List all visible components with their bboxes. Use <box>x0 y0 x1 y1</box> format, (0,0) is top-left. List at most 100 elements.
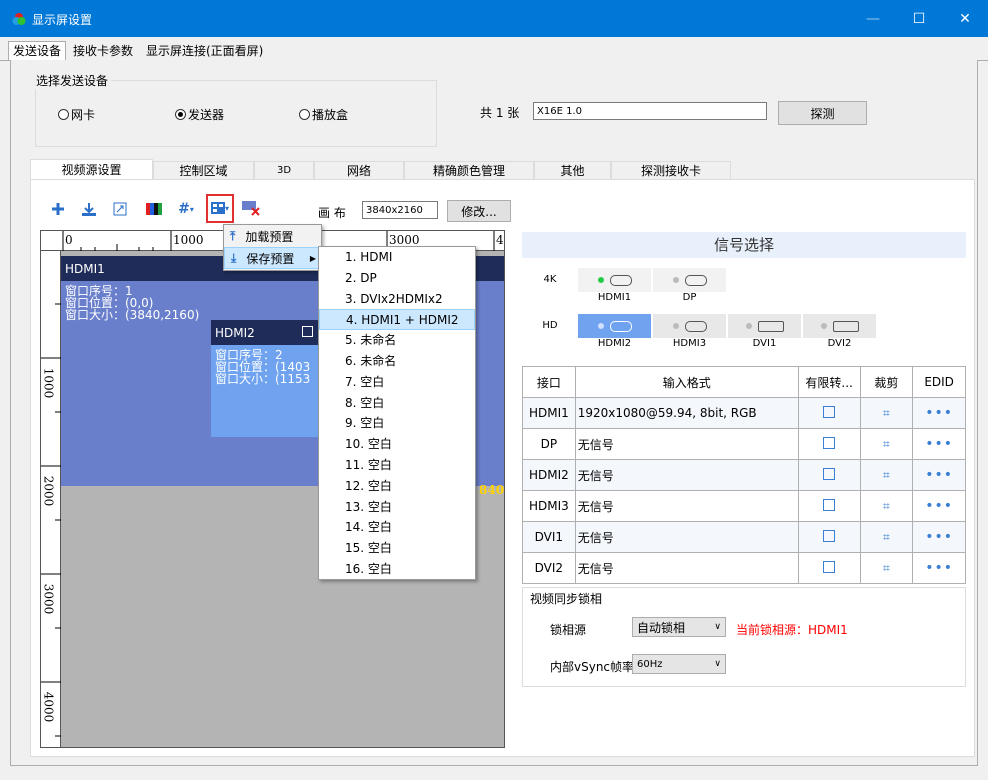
limited-range-checkbox[interactable] <box>823 405 836 418</box>
tab-receiver-params[interactable]: 接收卡参数 <box>69 42 137 60</box>
send-device-group <box>35 80 437 147</box>
limited-range-checkbox[interactable] <box>823 529 836 542</box>
signal-source-hdmi3[interactable]: HDMI3 <box>653 314 728 349</box>
more-options-icon[interactable]: ••• <box>925 498 953 514</box>
preset-slot-item[interactable]: 3. DVIx2HDMIx2 <box>319 289 475 310</box>
device-field[interactable]: X16E 1.0 <box>533 102 767 120</box>
vsync-rate-select[interactable]: 60Hz ∨ <box>632 654 726 674</box>
more-options-icon[interactable]: ••• <box>925 405 953 421</box>
column-header[interactable]: 有限转... <box>797 366 861 398</box>
title-bar[interactable]: 显示屏设置 — ☐ ✕ <box>0 0 988 37</box>
preset-slot-item[interactable]: 15. 空白 <box>319 538 475 559</box>
crop-icon[interactable]: ⌗ <box>883 437 890 451</box>
maximize-button[interactable]: ☐ <box>896 0 942 37</box>
preset-menu: ⤒ 加载预置 ⤓ 保存预置 ▶ <box>223 224 322 271</box>
device-count: 共 1 张 <box>480 106 520 120</box>
more-options-icon[interactable]: ••• <box>925 467 953 483</box>
preset-slot-item[interactable]: 14. 空白 <box>319 517 475 538</box>
modify-canvas-button[interactable]: 修改... <box>447 200 511 222</box>
preset-slot-item[interactable]: 16. 空白 <box>319 559 475 580</box>
close-button[interactable]: ✕ <box>942 0 988 37</box>
crop-icon[interactable]: ⌗ <box>883 530 890 544</box>
detect-button[interactable]: 探测 <box>778 101 867 125</box>
clear-windows-icon[interactable] <box>242 200 262 216</box>
crop-icon[interactable]: ⌗ <box>883 499 890 513</box>
crop-cell: ⌗ <box>859 397 914 429</box>
table-row[interactable]: HDMI2 无信号 ⌗ ••• <box>522 459 966 491</box>
align-bottom-icon[interactable] <box>81 201 97 217</box>
preset-slot-item[interactable]: 8. 空白 <box>319 393 475 414</box>
preset-slot-item[interactable]: 9. 空白 <box>319 413 475 434</box>
tab-screen-connection[interactable]: 显示屏连接(正面看屏) <box>142 42 267 60</box>
limited-range-checkbox[interactable] <box>823 436 836 449</box>
table-row[interactable]: DVI2 无信号 ⌗ ••• <box>522 552 966 584</box>
window-title: 显示屏设置 <box>32 13 93 27</box>
radio-player-box[interactable]: 播放盒 <box>299 106 348 123</box>
sync-source-label: 锁相源 <box>550 623 587 637</box>
fullscreen-icon[interactable] <box>112 201 128 217</box>
minimize-button[interactable]: — <box>850 0 896 37</box>
tab-send-device[interactable]: 发送设备 <box>8 41 67 61</box>
canvas-size-field[interactable]: 3840x2160 <box>362 201 438 219</box>
crop-icon[interactable]: ⌗ <box>883 406 890 420</box>
more-options-icon[interactable]: ••• <box>925 560 953 576</box>
signal-source-dvi2[interactable]: DVI2 <box>803 314 878 349</box>
crop-icon[interactable]: ⌗ <box>883 468 890 482</box>
tab-3d[interactable]: 3D <box>254 161 314 179</box>
tab-control-area[interactable]: 控制区域 <box>153 161 254 179</box>
preset-slot-item[interactable]: 11. 空白 <box>319 455 475 476</box>
preset-slot-item[interactable]: 13. 空白 <box>319 497 475 518</box>
limited-range-checkbox[interactable] <box>823 560 836 573</box>
crop-icon[interactable]: ⌗ <box>883 561 890 575</box>
signal-source-hdmi2[interactable]: HDMI2 <box>578 314 653 349</box>
tab-detect-receiver[interactable]: 探测接收卡 <box>611 161 731 179</box>
tab-other[interactable]: 其他 <box>534 161 611 179</box>
signal-status-icon <box>597 277 604 283</box>
window-hdmi2-header[interactable]: HDMI2 ✕ <box>211 320 331 345</box>
tab-network[interactable]: 网络 <box>314 161 404 179</box>
signal-source-dp[interactable]: DP <box>653 268 728 303</box>
menu-save-preset[interactable]: ⤓ 保存预置 ▶ <box>224 247 321 269</box>
format-cell: 1920x1080@59.94, 8bit, RGB <box>574 397 799 429</box>
color-bar-icon[interactable] <box>146 201 162 217</box>
preset-slot-item[interactable]: 1. HDMI <box>319 247 475 268</box>
chevron-down-icon: ∨ <box>714 622 721 632</box>
table-row[interactable]: DP 无信号 ⌗ ••• <box>522 428 966 460</box>
preset-slot-item[interactable]: 12. 空白 <box>319 476 475 497</box>
preset-slot-item[interactable]: 6. 未命名 <box>319 351 475 372</box>
window-name: HDMI1 <box>65 261 105 276</box>
preset-slot-item[interactable]: 10. 空白 <box>319 434 475 455</box>
menu-load-preset[interactable]: ⤒ 加载预置 <box>224 225 321 247</box>
sync-source-select[interactable]: 自动锁相 ∨ <box>632 617 726 637</box>
grid-dropdown-icon[interactable]: # ▾ <box>175 201 197 217</box>
signal-source-dvi1[interactable]: DVI1 <box>728 314 803 349</box>
limited-range-checkbox[interactable] <box>823 467 836 480</box>
preset-slot-item[interactable]: 7. 空白 <box>319 372 475 393</box>
port-cell: HDMI1 <box>522 397 576 429</box>
window-maximize-icon[interactable] <box>301 325 313 337</box>
vertical-ruler: 1000 2000 3000 4000 <box>41 251 61 747</box>
window-hdmi2[interactable]: HDMI2 ✕ 窗口序号：2 窗口位置：(1403 窗口大小：(1153 <box>211 320 331 437</box>
tab-video-source[interactable]: 视频源设置 <box>30 159 153 179</box>
table-row[interactable]: DVI1 无信号 ⌗ ••• <box>522 521 966 553</box>
radio-network-card[interactable]: 网卡 <box>58 106 95 123</box>
format-cell: 无信号 <box>574 521 799 553</box>
more-options-icon[interactable]: ••• <box>925 529 953 545</box>
signal-source-hdmi1[interactable]: HDMI1 <box>578 268 653 303</box>
more-options-icon[interactable]: ••• <box>925 436 953 452</box>
preset-slot-item[interactable]: 4. HDMI1 + HDMI2 <box>319 309 475 331</box>
preset-slot-item[interactable]: 5. 未命名 <box>319 330 475 351</box>
tab-label: 视频源设置 <box>61 163 122 177</box>
preset-button-highlight[interactable]: ▾ <box>206 194 234 223</box>
radio-sender[interactable]: 发送器 <box>175 106 224 123</box>
table-row[interactable]: HDMI3 无信号 ⌗ ••• <box>522 490 966 522</box>
table-row[interactable]: HDMI1 1920x1080@59.94, 8bit, RGB ⌗ ••• <box>522 397 966 429</box>
limited-range-checkbox[interactable] <box>823 498 836 511</box>
tab-label: 探测接收卡 <box>640 164 701 178</box>
tab-color-management[interactable]: 精确颜色管理 <box>404 161 534 179</box>
ruler-label: 4000 <box>41 691 56 723</box>
add-icon[interactable] <box>50 201 66 217</box>
signal-status-icon <box>597 323 604 329</box>
preset-slot-item[interactable]: 2. DP <box>319 268 475 289</box>
limited-range-cell <box>797 459 861 491</box>
